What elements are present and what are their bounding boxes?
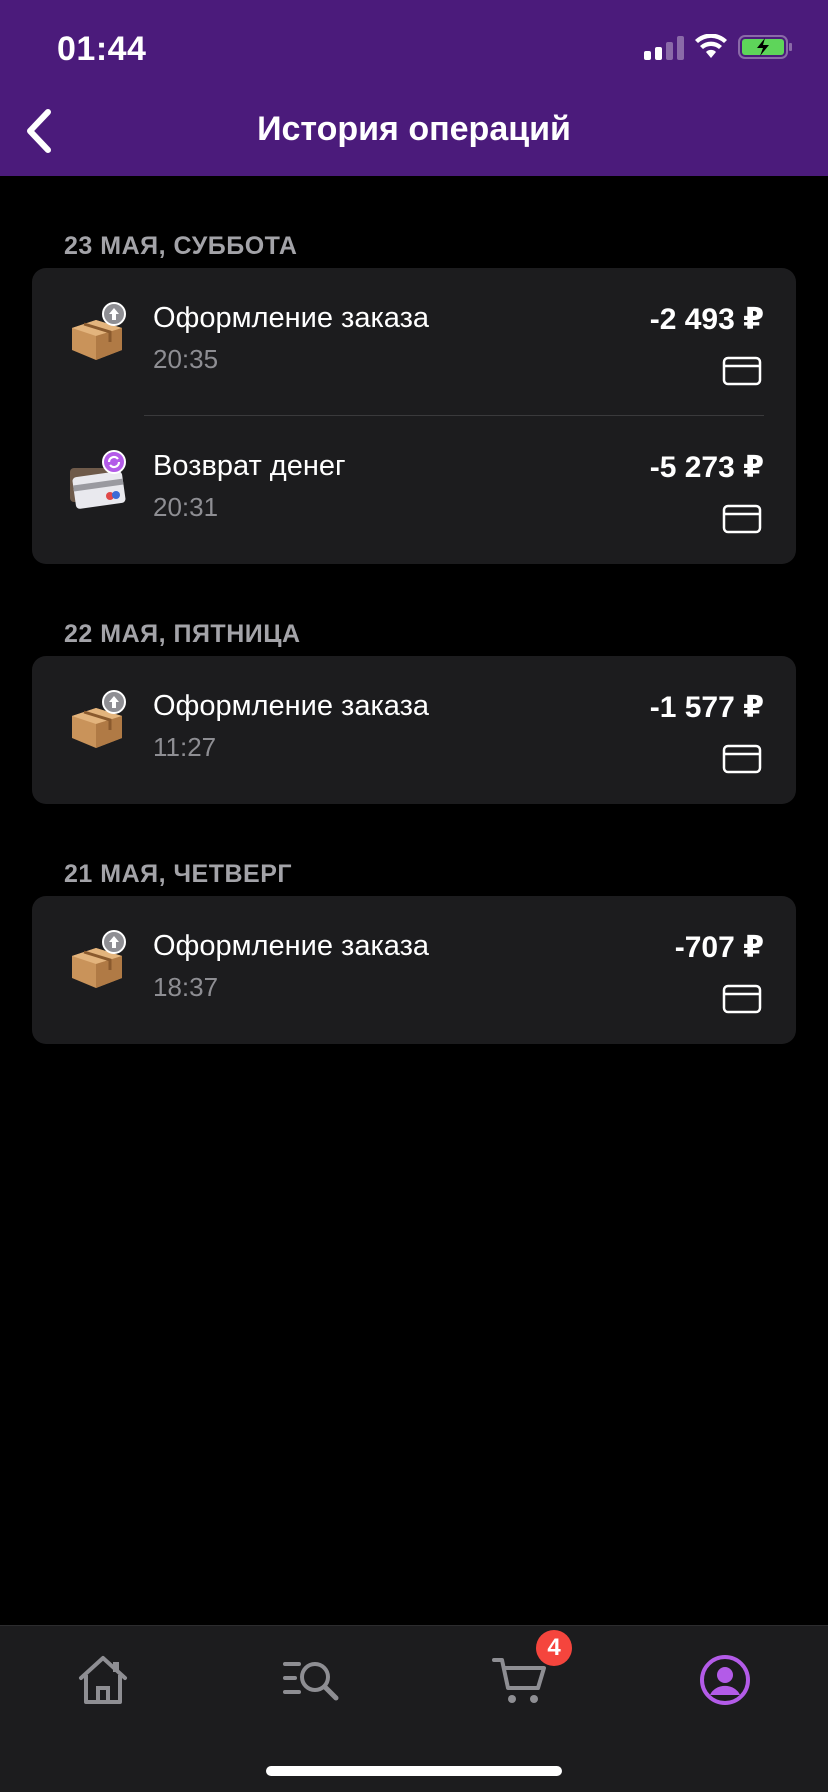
operation-item[interactable]: Возврат денег 20:31 -5 273 ₽ bbox=[32, 416, 796, 564]
operation-item[interactable]: Оформление заказа 20:35 -2 493 ₽ bbox=[32, 268, 796, 416]
battery-charging-icon bbox=[738, 35, 792, 59]
operation-name: Оформление заказа bbox=[153, 690, 430, 722]
date-label: 22 МАЯ, ПЯТНИЦА bbox=[64, 620, 301, 648]
operation-time: 20:31 bbox=[153, 492, 219, 522]
payment-card-icon bbox=[722, 504, 762, 534]
cart-badge: 4 bbox=[536, 1630, 572, 1666]
catalog-search-icon[interactable] bbox=[281, 1650, 341, 1710]
operation-time: 18:37 bbox=[153, 972, 219, 1002]
operation-amount: -1 577 ₽ bbox=[649, 691, 764, 724]
operation-name: Возврат денег bbox=[153, 450, 346, 482]
payment-card-icon bbox=[722, 356, 762, 386]
operation-time: 20:35 bbox=[153, 344, 219, 374]
operation-amount: -5 273 ₽ bbox=[649, 451, 764, 484]
operations-card: Оформление заказа 11:27 -1 577 ₽ bbox=[32, 656, 796, 804]
operation-time: 11:27 bbox=[153, 732, 217, 762]
payment-card-icon bbox=[722, 984, 762, 1014]
operation-amount: -2 493 ₽ bbox=[649, 303, 764, 336]
status-time: 01:44 bbox=[57, 30, 147, 68]
refund-card-icon bbox=[70, 450, 126, 509]
profile-icon[interactable] bbox=[695, 1650, 755, 1710]
operation-name: Оформление заказа bbox=[153, 930, 430, 962]
wifi-icon bbox=[695, 34, 727, 58]
page-title: История операций bbox=[257, 110, 571, 148]
status-icons bbox=[644, 34, 794, 60]
operation-item[interactable]: Оформление заказа 18:37 -707 ₽ bbox=[32, 896, 796, 1044]
package-icon bbox=[72, 930, 126, 988]
operation-amount: -707 ₽ bbox=[674, 931, 764, 964]
operations-card: Оформление заказа 18:37 -707 ₽ bbox=[32, 896, 796, 1044]
date-label: 21 МАЯ, ЧЕТВЕРГ bbox=[64, 860, 293, 888]
package-icon bbox=[72, 690, 126, 748]
operations-card: Оформление заказа 20:35 -2 493 ₽ Возврат… bbox=[32, 268, 796, 564]
header: 01:44 История операций bbox=[0, 0, 828, 176]
operation-item[interactable]: Оформление заказа 11:27 -1 577 ₽ bbox=[32, 656, 796, 804]
date-label: 23 МАЯ, СУББОТА bbox=[64, 232, 298, 260]
payment-card-icon bbox=[722, 744, 762, 774]
cellular-signal-icon bbox=[644, 34, 684, 60]
home-indicator[interactable] bbox=[266, 1766, 562, 1776]
home-icon[interactable] bbox=[73, 1650, 133, 1710]
operation-name: Оформление заказа bbox=[153, 302, 430, 334]
package-icon bbox=[72, 302, 126, 360]
